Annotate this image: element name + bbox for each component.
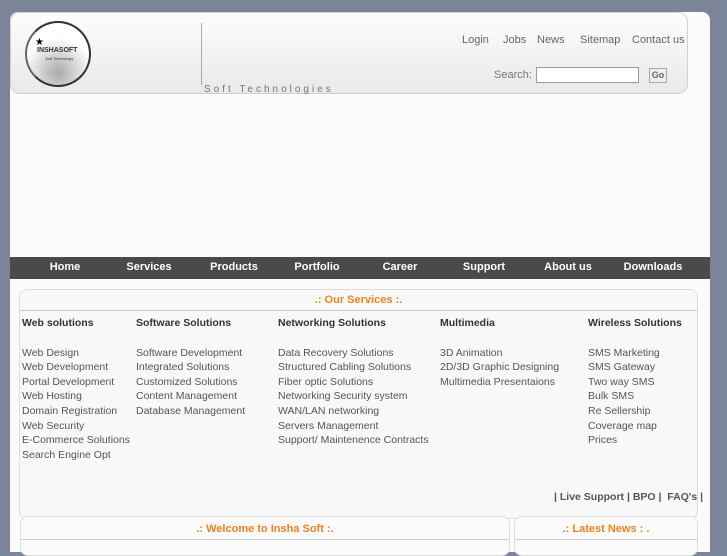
go-button[interactable]: Go	[649, 68, 667, 83]
service-link[interactable]: Customized Solutions	[136, 375, 245, 390]
service-link[interactable]: Structured Cabling Solutions	[278, 360, 429, 375]
divider	[201, 23, 202, 85]
nav-portfolio[interactable]: Portfolio	[294, 261, 339, 273]
service-link[interactable]: Search Engine Opt	[22, 448, 130, 463]
service-link[interactable]: Database Management	[136, 404, 245, 419]
services-title: .: Our Services :.	[20, 294, 697, 311]
service-link[interactable]: Web Security	[22, 419, 130, 434]
service-link[interactable]: E-Commerce Solutions	[22, 433, 130, 448]
service-link[interactable]: SMS Marketing	[588, 346, 682, 361]
nav-services[interactable]: Services	[126, 261, 171, 273]
service-link[interactable]: 3D Animation	[440, 346, 559, 361]
service-link[interactable]: Data Recovery Solutions	[278, 346, 429, 361]
service-link[interactable]: Coverage map	[588, 419, 682, 434]
nav-products[interactable]: Products	[210, 261, 258, 273]
column-heading: Networking Solutions	[278, 317, 386, 329]
tagline: Soft Technologies	[204, 84, 334, 95]
web-solutions-column: Web solutions Web Design Web Development…	[22, 316, 130, 462]
networking-solutions-column: Networking Solutions Data Recovery Solut…	[278, 316, 429, 448]
service-link[interactable]: SMS Gateway	[588, 360, 682, 375]
service-link[interactable]: Web Development	[22, 360, 130, 375]
main-nav: Home Services Products Portfolio Career …	[10, 257, 710, 279]
welcome-panel: .: Welcome to Insha Soft :.	[20, 516, 510, 556]
contact-us-link[interactable]: Contact us	[632, 34, 685, 46]
column-heading: Web solutions	[22, 317, 94, 329]
logo-subtext: Soft Technology	[45, 56, 74, 61]
jobs-link[interactable]: Jobs	[503, 34, 526, 46]
column-heading: Wireless Solutions	[588, 317, 682, 329]
header: ★ INSHASOFT Soft Technology Soft Technol…	[10, 12, 688, 95]
software-solutions-column: Software Solutions Software Development …	[136, 316, 245, 419]
column-heading: Multimedia	[440, 317, 495, 329]
sitemap-link[interactable]: Sitemap	[580, 34, 620, 46]
service-link[interactable]: 2D/3D Graphic Designing	[440, 360, 559, 375]
bpo-link[interactable]: BPO	[633, 491, 656, 503]
service-link[interactable]: Multimedia Presentaions	[440, 375, 559, 390]
service-link[interactable]: Web Hosting	[22, 389, 130, 404]
welcome-title: .: Welcome to Insha Soft :.	[21, 523, 509, 540]
nav-support[interactable]: Support	[463, 261, 505, 273]
service-link[interactable]: Web Design	[22, 346, 130, 361]
nav-downloads[interactable]: Downloads	[624, 261, 683, 273]
service-link[interactable]: Prices	[588, 433, 682, 448]
service-link[interactable]: Re Sellership	[588, 404, 682, 419]
news-panel: .: Latest News : .	[514, 516, 698, 556]
login-link[interactable]: Login	[462, 34, 489, 46]
service-link[interactable]: Portal Development	[22, 375, 130, 390]
service-link[interactable]: Servers Management	[278, 419, 429, 434]
nav-career[interactable]: Career	[383, 261, 418, 273]
service-link[interactable]: Content Management	[136, 389, 245, 404]
service-link[interactable]: WAN/LAN networking	[278, 404, 429, 419]
service-link[interactable]: Fiber optic Solutions	[278, 375, 429, 390]
service-link[interactable]: Domain Registration	[22, 404, 130, 419]
service-link[interactable]: Bulk SMS	[588, 389, 682, 404]
service-link[interactable]: Networking Security system	[278, 389, 429, 404]
live-support-link[interactable]: Live Support	[560, 491, 624, 503]
nav-about-us[interactable]: About us	[544, 261, 592, 273]
logo-text: INSHASOFT	[37, 47, 78, 54]
faqs-link[interactable]: FAQ's	[667, 491, 697, 503]
nav-home[interactable]: Home	[50, 261, 81, 273]
service-link[interactable]: Two way SMS	[588, 375, 682, 390]
service-link[interactable]: Software Development	[136, 346, 245, 361]
footer-links: | Live Support | BPO | FAQ's |	[554, 491, 704, 503]
search-input[interactable]	[536, 67, 639, 83]
wireless-solutions-column: Wireless Solutions SMS Marketing SMS Gat…	[588, 316, 682, 448]
search-label: Search:	[494, 69, 532, 81]
news-title: .: Latest News : .	[515, 523, 697, 540]
logo[interactable]: ★ INSHASOFT Soft Technology	[25, 21, 91, 87]
column-heading: Software Solutions	[136, 317, 232, 329]
service-link[interactable]: Integrated Solutions	[136, 360, 245, 375]
service-link[interactable]: Support/ Maintenence Contracts	[278, 433, 429, 448]
news-link[interactable]: News	[537, 34, 565, 46]
multimedia-column: Multimedia 3D Animation 2D/3D Graphic De…	[440, 316, 559, 389]
